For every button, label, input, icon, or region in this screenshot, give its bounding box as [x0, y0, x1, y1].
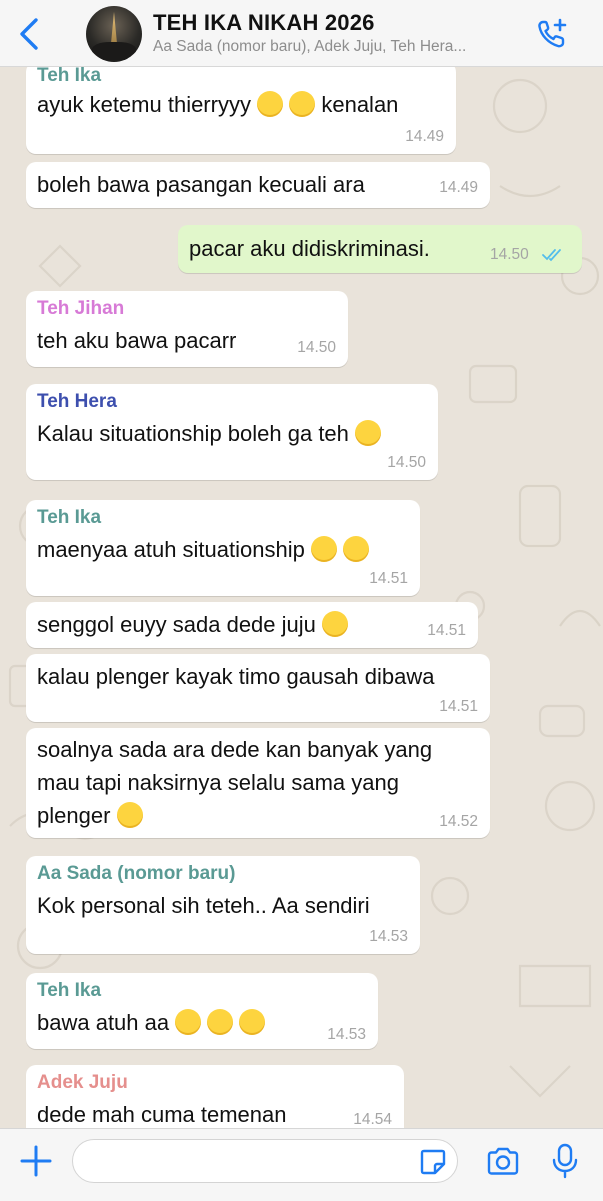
squinting-tongue-face-icon	[322, 611, 349, 637]
message-time: 14.49	[439, 179, 478, 196]
message-text: bawa atuh aa	[37, 1006, 266, 1039]
message-time: 14.53	[327, 1026, 366, 1043]
rolling-laughing-face-icon	[355, 420, 382, 446]
phone-plus-icon	[538, 18, 567, 48]
message-bubble-outgoing[interactable]: pacar aku didiskriminasi. 14.50	[178, 225, 582, 273]
message-text: kalau plenger kayak timo gausah dibawa	[37, 664, 435, 689]
message-time: 14.54	[353, 1111, 392, 1128]
chat-area[interactable]: Teh Ika ayuk ketemu thierryyy kenalan 14…	[0, 66, 603, 1128]
message-text: senggol euyy sada dede juju	[37, 608, 349, 641]
sticker-button[interactable]	[418, 1147, 448, 1177]
message-sender: Teh Ika	[37, 66, 102, 86]
message-bubble[interactable]: Adek Juju dede mah cuma temenan 14.54	[26, 1065, 404, 1128]
message-text: Kok personal sih teteh.. Aa sendiri	[37, 893, 370, 918]
message-bubble[interactable]: Teh Ika maenyaa atuh situationship 14.51	[26, 500, 420, 596]
message-sender: Adek Juju	[37, 1072, 128, 1093]
message-bubble[interactable]: Teh Ika bawa atuh aa 14.53	[26, 973, 378, 1049]
message-bubble[interactable]: Aa Sada (nomor baru) Kok personal sih te…	[26, 856, 420, 954]
group-title[interactable]: TEH IKA NIKAH 2026	[153, 10, 533, 36]
squinting-tongue-face-icon	[175, 1009, 202, 1035]
squinting-tongue-face-icon	[239, 1009, 266, 1035]
avatar-people-graphic	[92, 42, 136, 60]
message-bubble[interactable]: Teh Jihan teh aku bawa pacarr 14.50	[26, 291, 348, 367]
back-button[interactable]	[12, 14, 46, 54]
message-sender: Teh Jihan	[37, 298, 125, 319]
camera-icon	[487, 1147, 519, 1175]
message-time: 14.51	[427, 622, 466, 639]
message-sender: Aa Sada (nomor baru)	[37, 863, 236, 884]
squinting-tongue-face-icon	[207, 1009, 234, 1035]
message-sender: Teh Ika	[37, 980, 102, 1001]
message-text: Kalau situationship boleh ga teh	[37, 417, 382, 450]
message-bubble[interactable]: soalnya sada ara dede kan banyak yang ma…	[26, 728, 490, 838]
voice-message-button[interactable]	[548, 1141, 582, 1181]
add-call-button[interactable]	[532, 14, 572, 54]
message-sender: Teh Ika	[37, 507, 102, 528]
crying-face-icon	[310, 536, 337, 562]
pleading-face-icon	[289, 91, 316, 117]
message-time: 14.53	[369, 928, 408, 945]
message-time: 14.50	[387, 454, 426, 471]
message-text: soalnya sada ara dede kan banyak yang ma…	[37, 737, 433, 828]
message-bubble[interactable]: kalau plenger kayak timo gausah dibawa 1…	[26, 654, 490, 722]
plus-icon	[20, 1145, 52, 1177]
microphone-icon	[552, 1143, 578, 1179]
group-members[interactable]: Aa Sada (nomor baru), Adek Juju, Teh Her…	[153, 38, 523, 56]
pleading-face-icon	[257, 91, 284, 117]
message-time: 14.52	[439, 813, 478, 830]
chevron-left-icon	[20, 18, 38, 50]
message-bubble[interactable]: senggol euyy sada dede juju 14.51	[26, 602, 478, 648]
message-text: teh aku bawa pacarr	[37, 328, 237, 353]
camera-button[interactable]	[484, 1143, 522, 1181]
message-text: maenyaa atuh situationship	[37, 533, 370, 566]
message-bubble[interactable]: Teh Ika ayuk ketemu thierryyy kenalan 14…	[26, 66, 456, 154]
smiling-face-icon	[116, 802, 143, 828]
read-receipt-icon	[542, 249, 561, 262]
message-time: 14.50	[490, 246, 529, 263]
message-bubble[interactable]: Teh Hera Kalau situationship boleh ga te…	[26, 384, 438, 480]
group-avatar[interactable]	[86, 6, 142, 62]
rolling-laughing-face-icon	[343, 536, 370, 562]
chat-header: TEH IKA NIKAH 2026 Aa Sada (nomor baru),…	[0, 0, 603, 67]
message-time: 14.51	[369, 570, 408, 587]
message-text: boleh bawa pasangan kecuali ara	[37, 172, 365, 197]
sticker-icon	[420, 1149, 446, 1175]
message-input[interactable]	[72, 1139, 458, 1183]
attach-button[interactable]	[16, 1141, 56, 1181]
message-text: ayuk ketemu thierryyy kenalan	[37, 91, 399, 117]
message-sender: Teh Hera	[37, 391, 117, 412]
composer-bar	[0, 1128, 603, 1201]
message-text: pacar aku didiskriminasi.	[189, 236, 430, 261]
message-time: 14.50	[297, 339, 336, 356]
message-time: 14.51	[439, 698, 478, 715]
message-text: dede mah cuma temenan	[37, 1102, 287, 1127]
message-time: 14.49	[405, 128, 444, 145]
message-bubble[interactable]: boleh bawa pasangan kecuali ara 14.49	[26, 162, 490, 208]
